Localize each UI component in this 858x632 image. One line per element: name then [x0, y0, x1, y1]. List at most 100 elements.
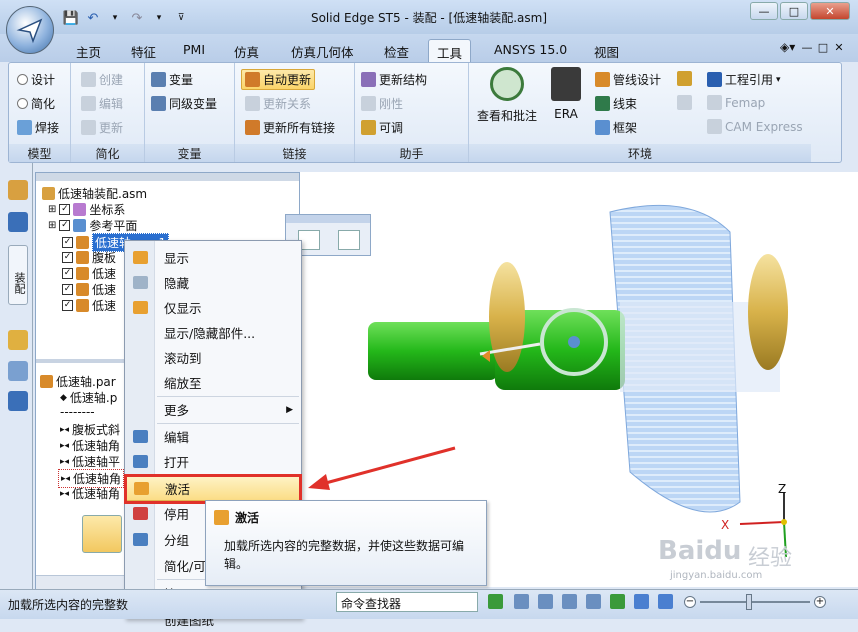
minimize-button[interactable]: — [750, 2, 778, 20]
era-button[interactable]: ERA [551, 67, 581, 121]
checkbox[interactable]: ✓ [59, 204, 71, 215]
checkbox[interactable]: ✓ [62, 268, 73, 279]
tree-item-reference-planes[interactable]: ⊞ ✓ 参考平面 [48, 217, 137, 234]
application-button[interactable] [6, 6, 54, 54]
parts-library-icon[interactable] [8, 180, 28, 200]
zoom-area-icon[interactable] [514, 594, 529, 609]
tree-root[interactable]: 低速轴装配.asm [42, 185, 147, 202]
pan-icon[interactable] [586, 594, 601, 609]
menu-item-show[interactable]: 显示 [125, 245, 301, 270]
mini-toolbar-handle[interactable] [286, 215, 370, 223]
menu-item-hide[interactable]: 隐藏 [125, 270, 301, 295]
engineering-reference-button[interactable]: 工程引用 ▾ [707, 71, 781, 88]
zoom-out-icon[interactable]: − [684, 596, 696, 608]
tab-tools[interactable]: 工具 [428, 39, 472, 62]
tab-ansys[interactable]: ANSYS 15.0 [486, 39, 575, 62]
menu-item-open[interactable]: 打开 [125, 449, 301, 474]
frame-button[interactable]: 框架 [595, 119, 637, 136]
zoom-slider[interactable]: − + [684, 594, 828, 610]
tree-item-part[interactable]: ✓ 低速 [62, 281, 116, 298]
lower-tree-item[interactable]: ▸◂ 腹板式斜 [60, 421, 120, 438]
menu-item-zoom-to[interactable]: 缩放至 [125, 370, 301, 395]
layers-icon[interactable] [8, 212, 28, 232]
tree-item-coordinate-systems[interactable]: ⊞ ✓ 坐标系 [48, 201, 125, 218]
assembly-tab[interactable]: 装配 [8, 245, 28, 305]
settings-icon[interactable] [8, 391, 28, 411]
bearing-left [489, 262, 525, 372]
tab-view[interactable]: 视图 [586, 39, 627, 62]
design-radio[interactable]: 设计 [17, 71, 55, 88]
update-structure-button[interactable]: 更新结构 [361, 71, 427, 88]
doc-restore-button[interactable]: □ [816, 40, 830, 54]
lower-tree-separator: -------- [60, 405, 95, 419]
menu-item-show-only[interactable]: 仅显示 [125, 295, 301, 320]
tree-item-part[interactable]: ✓ 低速 [62, 265, 116, 282]
close-button[interactable]: ✕ [810, 2, 850, 20]
rigid-button[interactable]: 刚性 [361, 95, 403, 112]
tab-features[interactable]: 特征 [123, 39, 164, 62]
tree-item-part[interactable]: ✓ 腹板 [62, 249, 116, 266]
env-extra-button-2[interactable] [677, 95, 692, 110]
frame-select-icon[interactable] [338, 230, 360, 250]
slider-thumb[interactable] [746, 594, 752, 610]
create-button[interactable]: 创建 [81, 71, 123, 88]
feature-icon: ◆ [60, 392, 67, 403]
lower-tree-item[interactable]: ◆ 低速轴.p [60, 389, 117, 406]
menu-item-show-hide-components[interactable]: 显示/隐藏部件... [125, 320, 301, 345]
harness-icon [595, 96, 610, 111]
edit-button[interactable]: 编辑 [81, 95, 123, 112]
env-extra-button-1[interactable] [677, 71, 692, 86]
review-markup-button[interactable]: 查看和批注 [477, 67, 537, 124]
update-button[interactable]: 更新 [81, 119, 123, 136]
menu-item-edit[interactable]: 编辑 [125, 424, 301, 449]
doc-minimize-button[interactable]: — [800, 40, 814, 54]
wire-harness-button[interactable]: 线束 [595, 95, 637, 112]
lower-tree-item[interactable]: ▸◂ 低速轴角 [60, 485, 120, 502]
checkbox[interactable]: ✓ [62, 237, 73, 248]
sensors-icon[interactable] [8, 361, 28, 381]
update-relations-button[interactable]: 更新关系 [245, 95, 311, 112]
menu-item-scroll-to[interactable]: 滚动到 [125, 345, 301, 370]
view-orient-icon[interactable] [634, 594, 649, 609]
edit-definition-button[interactable] [82, 515, 122, 553]
checkbox[interactable]: ✓ [62, 300, 73, 311]
tab-sim-geometry[interactable]: 仿真几何体 [283, 39, 362, 62]
shading-icon[interactable] [658, 594, 673, 609]
piping-design-button[interactable]: 管线设计 [595, 71, 661, 88]
adjustable-button[interactable]: 可调 [361, 119, 403, 136]
checkbox[interactable]: ✓ [59, 220, 71, 231]
part-icon [76, 236, 89, 249]
rotate-icon[interactable] [610, 594, 625, 609]
tab-inspect[interactable]: 检查 [376, 39, 417, 62]
refresh-icon[interactable] [488, 594, 503, 609]
maximize-button[interactable]: □ [780, 2, 808, 20]
steering-wheel-center[interactable] [568, 336, 580, 348]
variables-button[interactable]: 变量 [151, 71, 193, 88]
lower-tree-item[interactable]: ▸◂ 低速轴角 [60, 437, 120, 454]
auto-update-button[interactable]: 自动更新 [241, 69, 316, 90]
update-all-links-button[interactable]: 更新所有链接 [245, 119, 335, 136]
peer-variables-button[interactable]: 同级变量 [151, 95, 217, 112]
checkbox[interactable]: ✓ [62, 252, 73, 263]
simplify-radio[interactable]: 简化 [17, 95, 55, 112]
zoom-icon[interactable] [538, 594, 553, 609]
femap-button[interactable]: Femap [707, 95, 765, 110]
menu-item-more[interactable]: 更多 ▶ [125, 397, 301, 422]
fit-icon[interactable] [562, 594, 577, 609]
tab-pmi[interactable]: PMI [175, 39, 213, 62]
feature-library-icon[interactable] [8, 330, 28, 350]
checkbox[interactable]: ✓ [62, 284, 73, 295]
tab-home[interactable]: 主页 [68, 39, 109, 62]
cam-express-button[interactable]: CAM Express [707, 119, 803, 134]
doc-close-button[interactable]: ✕ [832, 40, 846, 54]
help-icon[interactable]: ◈▾ [780, 40, 795, 54]
lower-tree-item[interactable]: ▸◂ 低速轴平 [60, 453, 120, 470]
panel-scrollbar[interactable] [36, 173, 299, 181]
command-finder-input[interactable]: 命令查找器 [336, 592, 478, 612]
weld-button[interactable]: 焊接 [17, 119, 59, 136]
lower-tree-root[interactable]: 低速轴.par [40, 373, 116, 390]
zoom-in-icon[interactable]: + [814, 596, 826, 608]
tab-simulation[interactable]: 仿真 [226, 39, 267, 62]
weld-icon [17, 120, 32, 135]
tree-item-part[interactable]: ✓ 低速 [62, 297, 116, 314]
